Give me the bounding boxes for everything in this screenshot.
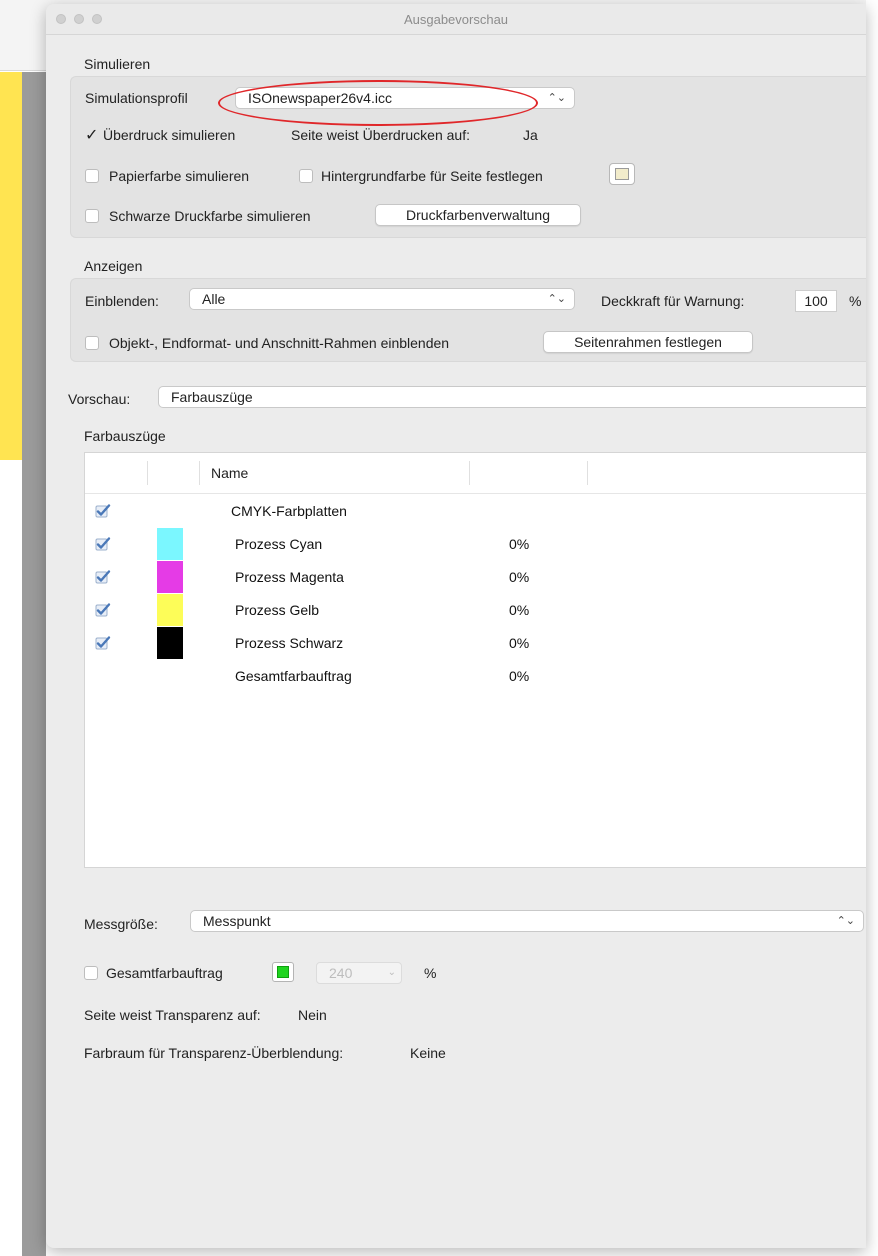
column-divider xyxy=(147,461,148,485)
opacity-input[interactable]: 100 xyxy=(795,290,837,312)
blend-space-label: Farbraum für Transparenz-Überblendung: xyxy=(84,1045,344,1061)
total-ink-unit: % xyxy=(424,965,437,981)
separation-percentage: 0% xyxy=(509,569,530,585)
opacity-unit: % xyxy=(849,293,862,309)
total-ink-color-swatch xyxy=(277,966,289,978)
separations-table: Name CMYK-Farbplatten Prozess Cyan 0% Proze… xyxy=(84,452,866,868)
total-ink-label[interactable]: Gesamtfarbauftrag xyxy=(106,965,223,981)
section-anzeigen-label: Anzeigen xyxy=(84,258,143,274)
transparency-value: Nein xyxy=(298,1007,327,1023)
separation-visibility-checkbox[interactable] xyxy=(95,569,111,585)
paper-color-checkbox[interactable] xyxy=(85,169,99,183)
separation-percentage: 0% xyxy=(509,536,530,552)
annotation-highlight-oval xyxy=(218,80,538,126)
column-header-name[interactable]: Name xyxy=(211,465,248,481)
section-simulieren-label: Simulieren xyxy=(84,56,151,72)
show-label: Einblenden: xyxy=(85,293,159,309)
total-ink-value: 240 xyxy=(329,965,353,981)
black-ink-checkbox[interactable] xyxy=(85,209,99,223)
section-separations-label: Farbauszüge xyxy=(84,428,166,444)
frames-checkbox[interactable] xyxy=(85,336,99,350)
separation-visibility-checkbox[interactable] xyxy=(95,503,111,519)
separation-visibility-checkbox[interactable] xyxy=(95,602,111,618)
anzeigen-group: Einblenden: Alle ⌃⌄ Deckkraft für Warnun… xyxy=(70,278,866,362)
simulation-profile-label: Simulationsprofil xyxy=(85,90,188,106)
overprint-info-value: Ja xyxy=(523,127,538,143)
separation-name: Prozess Cyan xyxy=(235,536,323,552)
ink-manager-button[interactable]: Druckfarbenverwaltung xyxy=(375,204,581,226)
paper-color-label[interactable]: Papierfarbe simulieren xyxy=(109,168,249,184)
black-ink-label[interactable]: Schwarze Druckfarbe simulieren xyxy=(109,208,311,224)
preview-label: Vorschau: xyxy=(68,391,131,407)
separation-name: Prozess Magenta xyxy=(235,569,344,585)
separation-color-swatch xyxy=(157,594,183,626)
separation-color-swatch xyxy=(157,627,183,659)
separation-visibility-checkbox[interactable] xyxy=(95,635,111,651)
blend-space-value: Keine xyxy=(410,1045,446,1061)
column-divider xyxy=(587,461,588,485)
background-color-swatch xyxy=(615,168,629,180)
separation-name: Gesamtfarbauftrag xyxy=(235,668,352,684)
separation-percentage: 0% xyxy=(509,635,530,651)
popup-arrows-icon: ⌃⌄ xyxy=(547,92,566,104)
preview-value: Farbauszüge xyxy=(171,389,253,405)
separation-name: Prozess Gelb xyxy=(235,602,320,618)
separation-color-swatch xyxy=(157,528,183,560)
overprint-checkmark-icon[interactable]: ✓ xyxy=(85,125,98,145)
sample-size-select[interactable]: Messpunkt ⌃⌄ xyxy=(190,910,864,932)
overprint-info-label: Seite weist Überdrucken auf: xyxy=(291,127,470,143)
title-bar: Ausgabevorschau xyxy=(46,4,866,35)
separation-color-swatch xyxy=(157,561,183,593)
column-divider xyxy=(469,461,470,485)
total-ink-color-button[interactable] xyxy=(272,962,294,982)
background-color-label[interactable]: Hintergrundfarbe für Seite festlegen xyxy=(321,168,543,184)
table-header: Name xyxy=(85,453,866,494)
overprint-label[interactable]: Überdruck simulieren xyxy=(103,127,235,143)
background-right-edge xyxy=(866,0,878,1256)
preview-select[interactable]: Farbauszüge xyxy=(158,386,866,408)
frames-label[interactable]: Objekt-, Endformat- und Anschnitt-Rahmen… xyxy=(109,335,449,351)
background-color-checkbox[interactable] xyxy=(299,169,313,183)
total-ink-checkbox[interactable] xyxy=(84,966,98,980)
background-page-yellow xyxy=(0,72,22,460)
output-preview-dialog: Ausgabevorschau Simulieren Simulationspr… xyxy=(46,4,866,1248)
page-boxes-button[interactable]: Seitenrahmen festlegen xyxy=(543,331,753,353)
separation-name: Prozess Schwarz xyxy=(235,635,344,651)
popup-arrows-icon: ⌃⌄ xyxy=(836,915,855,927)
popup-arrows-icon: ⌃⌄ xyxy=(547,293,566,305)
sample-size-label: Messgröße: xyxy=(84,916,158,932)
background-color-swatch-button[interactable] xyxy=(609,163,635,185)
column-divider xyxy=(199,461,200,485)
separation-name: CMYK-Farbplatten xyxy=(231,503,347,519)
total-ink-value-field[interactable]: 240 ⌄ xyxy=(316,962,402,984)
chevron-down-icon: ⌄ xyxy=(387,967,396,978)
separation-percentage: 0% xyxy=(509,602,530,618)
window-title: Ausgabevorschau xyxy=(403,12,509,27)
show-select[interactable]: Alle ⌃⌄ xyxy=(189,288,575,310)
transparency-label: Seite weist Transparenz auf: xyxy=(84,1007,261,1023)
show-value: Alle xyxy=(202,291,226,307)
sample-size-value: Messpunkt xyxy=(203,913,271,929)
separation-percentage: 0% xyxy=(509,668,530,684)
opacity-label: Deckkraft für Warnung: xyxy=(601,293,745,309)
separation-visibility-checkbox[interactable] xyxy=(95,536,111,552)
background-canvas-strip xyxy=(22,72,46,1256)
